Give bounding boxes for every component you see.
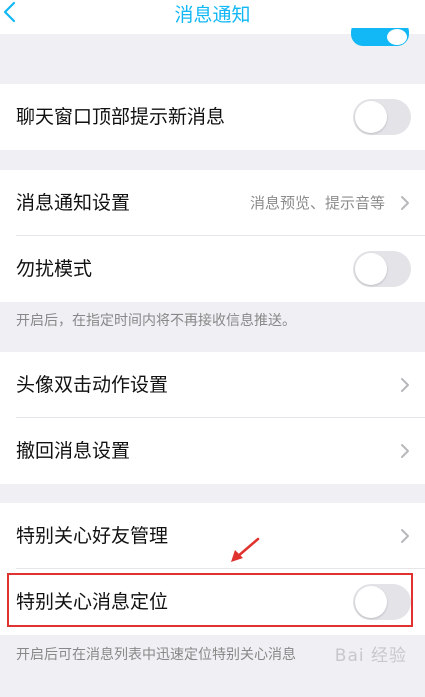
row-chat-top-notify: 聊天窗口顶部提示新消息 bbox=[0, 84, 425, 150]
toggle-knob bbox=[355, 253, 387, 285]
row-subtitle: 消息预览、提示音等 bbox=[249, 194, 385, 212]
special-locate-note: 开启后可在消息列表中迅速定位特别关心消息 bbox=[16, 647, 296, 663]
dnd-note: 开启后，在指定时间内将不再接收信息推送。 bbox=[16, 313, 296, 329]
page-title: 消息通知 bbox=[174, 4, 251, 26]
annotation-highlight-box bbox=[7, 573, 413, 627]
chevron-right-icon bbox=[401, 378, 409, 392]
toggle-chat-top-notify[interactable] bbox=[353, 99, 411, 135]
watermark: Bai 经验 bbox=[334, 646, 407, 666]
nav-header: 消息通知 bbox=[0, 0, 425, 46]
row-dnd: 勿扰模式 bbox=[0, 236, 425, 302]
row-avatar-double-tap[interactable]: 头像双击动作设置 bbox=[0, 352, 425, 418]
row-label: 头像双击动作设置 bbox=[16, 374, 169, 396]
row-label: 撤回消息设置 bbox=[16, 440, 131, 462]
row-special-friends[interactable]: 特别关心好友管理 bbox=[0, 503, 425, 569]
row-label: 聊天窗口顶部提示新消息 bbox=[16, 106, 226, 128]
row-label: 消息通知设置 bbox=[16, 192, 131, 214]
annotation-arrow-icon bbox=[231, 537, 260, 562]
toggle-dnd[interactable] bbox=[353, 251, 411, 287]
row-label: 特别关心好友管理 bbox=[16, 525, 169, 547]
row-recall[interactable]: 撤回消息设置 bbox=[0, 418, 425, 484]
chevron-right-icon bbox=[401, 444, 409, 458]
toggle-knob bbox=[355, 101, 387, 133]
row-label: 勿扰模式 bbox=[16, 258, 93, 280]
chevron-right-icon bbox=[401, 529, 409, 543]
row-notify-settings[interactable]: 消息通知设置 消息预览、提示音等 bbox=[0, 170, 425, 236]
chevron-right-icon bbox=[401, 196, 409, 210]
